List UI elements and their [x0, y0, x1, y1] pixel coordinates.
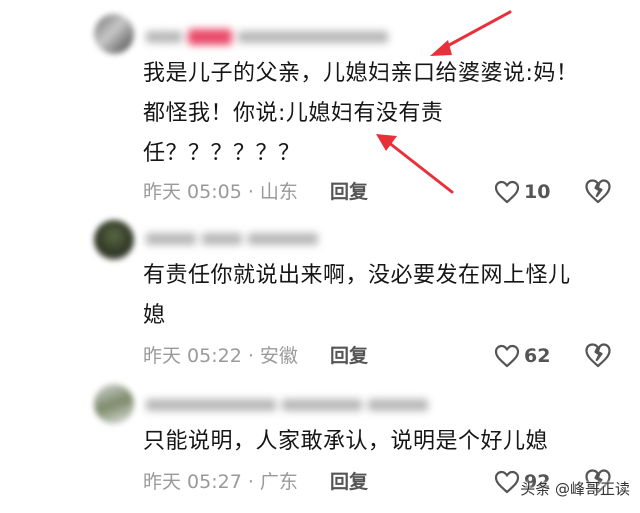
reply-button[interactable]: 回复 — [330, 178, 368, 206]
comment-text: 我是儿子的父亲，儿媳妇亲口给婆婆说:妈！ 都怪我！你说:儿媳妇有没有责 任？？？… — [143, 61, 579, 166]
avatar[interactable] — [94, 14, 134, 54]
comment-text: 只能说明，人家敢承认，说明是个好儿媳 — [143, 429, 549, 454]
comment-time-location: 昨天 05:05 · 山东 — [143, 181, 298, 203]
username-blurred[interactable] — [146, 394, 428, 416]
username-blurred[interactable] — [146, 26, 388, 48]
arrow-to-username — [430, 10, 512, 56]
heart-outline-icon — [494, 344, 520, 368]
like-button[interactable]: 10 — [494, 177, 550, 207]
like-count: 62 — [524, 345, 551, 367]
reply-button[interactable]: 回复 — [330, 468, 368, 496]
broken-heart-icon — [584, 342, 612, 368]
like-count: 10 — [524, 181, 551, 203]
watermark: 头条 @峰哥正读 — [520, 478, 630, 499]
dislike-button[interactable] — [584, 178, 612, 206]
watermark-text: 头条 @峰哥正读 — [520, 480, 630, 498]
comment-text: 有责任你就说出来啊，没必要发在网上怪儿 媳 — [143, 263, 571, 328]
username-blurred[interactable] — [146, 228, 318, 250]
avatar[interactable] — [94, 220, 134, 260]
avatar[interactable] — [94, 384, 134, 424]
broken-heart-icon — [584, 178, 612, 204]
like-button[interactable]: 62 — [494, 341, 550, 371]
comment-time-location: 昨天 05:22 · 安徽 — [143, 345, 298, 367]
dislike-button[interactable] — [584, 342, 612, 370]
comment-time-location: 昨天 05:27 · 广东 — [143, 471, 298, 493]
reply-button[interactable]: 回复 — [330, 342, 368, 370]
heart-outline-icon — [494, 180, 520, 204]
heart-outline-icon — [494, 470, 520, 494]
